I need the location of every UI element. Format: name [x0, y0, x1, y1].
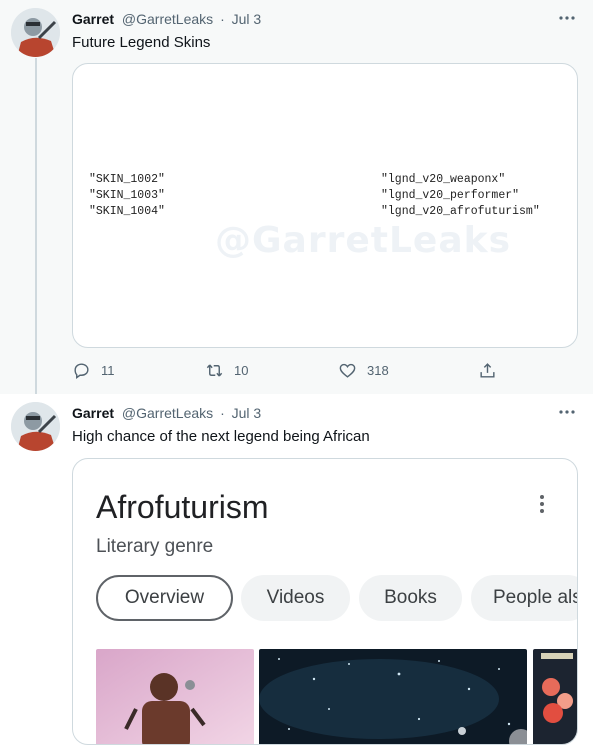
reply-button[interactable]: 11 — [72, 358, 115, 382]
like-button[interactable]: 318 — [338, 358, 389, 382]
separator: · — [220, 405, 225, 421]
tweet-header: Garret @GarretLeaks · Jul 3 — [72, 405, 261, 421]
tweet-text: Future Legend Skins — [72, 34, 211, 51]
like-count: 318 — [367, 362, 389, 378]
code-text-left: "SKIN_1002" "SKIN_1003" "SKIN_1004" — [89, 173, 165, 218]
tweet-header: Garret @GarretLeaks · Jul 3 — [72, 11, 261, 27]
retweet-button[interactable]: 10 — [205, 358, 248, 382]
tweet-date[interactable]: Jul 3 — [232, 11, 262, 27]
more-vert-icon — [535, 493, 549, 515]
tweet-1[interactable]: Garret @GarretLeaks · Jul 3 Future Legen… — [0, 0, 593, 394]
knowledge-panel-subtitle: Literary genre — [96, 536, 214, 557]
author-name[interactable]: Garret — [72, 405, 114, 421]
share-button[interactable] — [478, 358, 497, 382]
author-handle[interactable]: @GarretLeaks — [122, 405, 213, 421]
retweet-icon — [206, 363, 223, 377]
reply-icon — [74, 362, 89, 379]
watermark: @GarretLeaks — [215, 220, 511, 261]
avatar[interactable] — [11, 402, 60, 451]
reply-count: 11 — [101, 362, 115, 378]
chip-overview: Overview — [96, 575, 233, 621]
author-handle[interactable]: @GarretLeaks — [122, 11, 213, 27]
more-icon[interactable] — [557, 404, 577, 420]
tweet-actions: 11 10 318 — [72, 358, 552, 382]
author-name[interactable]: Garret — [72, 11, 114, 27]
code-text-right: "lgnd_v20_weaponx" "lgnd_v20_performer" … — [381, 173, 540, 218]
chip-books: Books — [359, 575, 462, 621]
tweet-2[interactable]: Garret @GarretLeaks · Jul 3 High chance … — [0, 394, 593, 751]
chip-videos: Videos — [241, 575, 350, 621]
avatar[interactable] — [11, 8, 60, 57]
thumbnail-portrait — [96, 649, 254, 744]
tweet-media-image[interactable]: Afrofuturism Literary genre Overview Vid… — [72, 458, 578, 745]
tweet-text: High chance of the next legend being Afr… — [72, 428, 370, 445]
separator: · — [220, 11, 225, 27]
retweet-count: 10 — [234, 362, 249, 378]
more-icon[interactable] — [557, 10, 577, 26]
share-icon — [480, 362, 495, 378]
tweet-date[interactable]: Jul 3 — [232, 405, 262, 421]
tweet-media-image[interactable]: "SKIN_1002" "SKIN_1003" "SKIN_1004" "lgn… — [72, 63, 578, 348]
knowledge-panel-title: Afrofuturism — [96, 489, 269, 525]
thumbnail-book — [533, 649, 577, 744]
like-icon — [339, 363, 356, 378]
chip-people-also: People als — [471, 575, 577, 621]
thumbnail-space — [259, 649, 527, 744]
thread-connector — [35, 58, 37, 403]
